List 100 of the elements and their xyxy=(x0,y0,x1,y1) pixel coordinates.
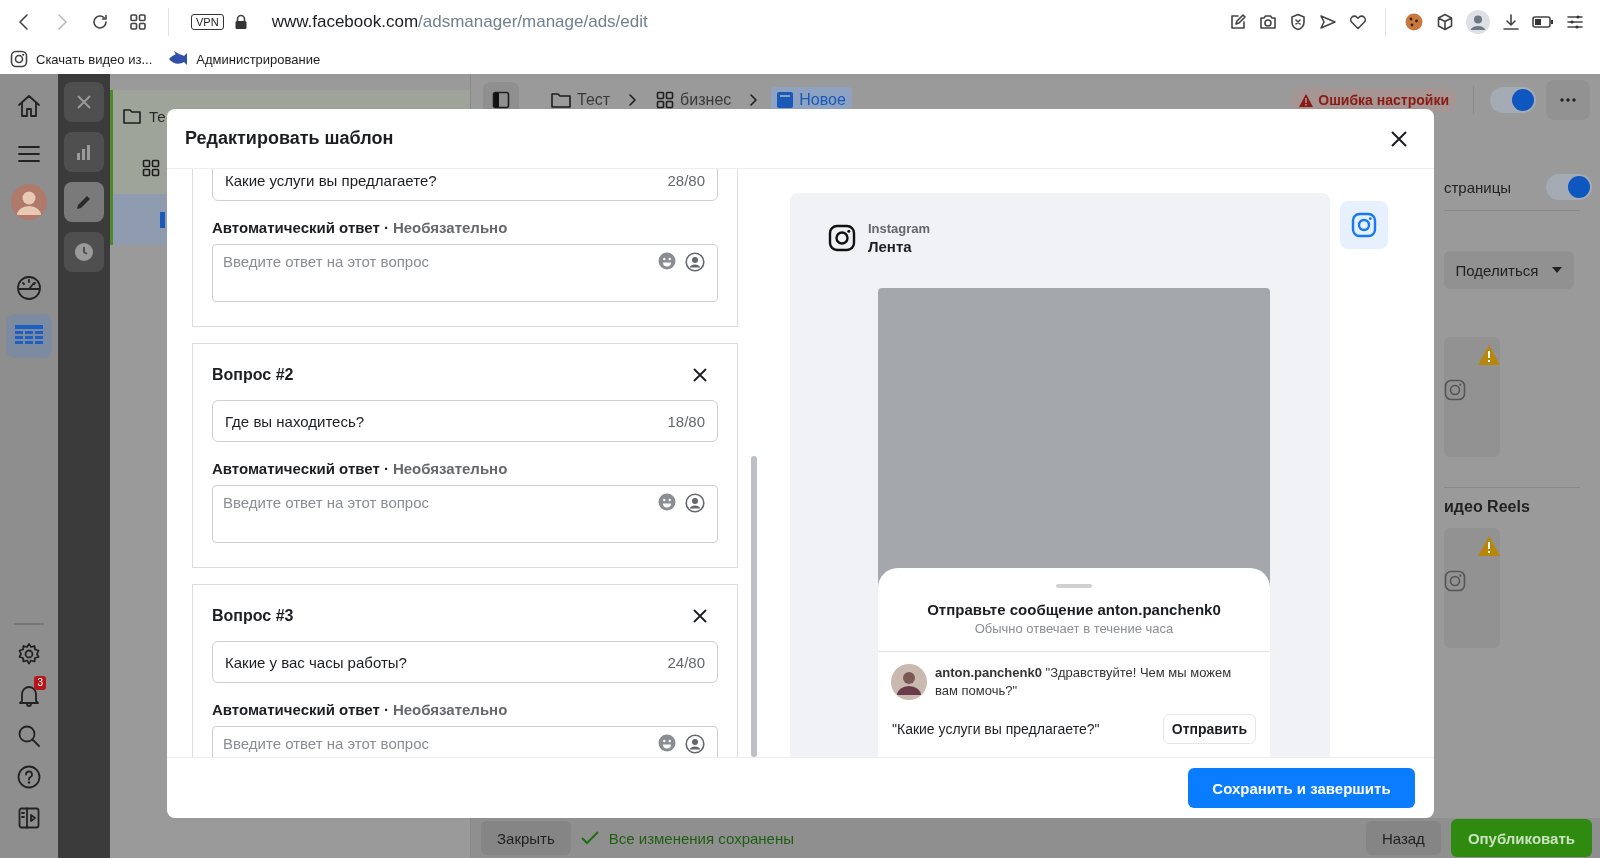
person-icon[interactable] xyxy=(685,252,705,272)
back-button[interactable]: Назад xyxy=(1365,821,1441,855)
lock-icon xyxy=(233,14,248,30)
question-text: Где вы находитесь? xyxy=(225,412,365,430)
greeting-message: anton.panchenk0 "Здравствуйте! Чем мы можем вам помочь?" xyxy=(935,664,1233,700)
close-button[interactable]: Закрыть xyxy=(481,821,571,855)
question-field[interactable]: Где вы находитесь? 18/80 xyxy=(212,400,718,442)
instagram-icon xyxy=(1351,212,1377,238)
cookie-icon[interactable] xyxy=(1404,12,1424,32)
tool-button[interactable] xyxy=(64,182,104,222)
character-counter: 18/80 xyxy=(667,412,705,430)
tool-button[interactable] xyxy=(64,82,104,122)
person-icon[interactable] xyxy=(685,493,705,513)
answer-placeholder: Введите ответ на этот вопрос xyxy=(223,734,431,754)
sheet-subtitle: Обычно отвечает в течение часа xyxy=(974,620,1174,638)
clock-icon xyxy=(74,242,94,262)
shield-icon[interactable] xyxy=(1289,13,1307,31)
tool-button[interactable] xyxy=(64,132,104,172)
tool-button[interactable] xyxy=(64,232,104,272)
section-label: страницы xyxy=(1444,178,1512,196)
warning-icon xyxy=(1478,536,1500,556)
instagram-icon xyxy=(1444,570,1466,592)
instagram-icon xyxy=(1444,379,1466,401)
section-label: идео Reels xyxy=(1444,498,1531,516)
person-icon[interactable] xyxy=(685,734,705,754)
answer-placeholder: Введите ответ на этот вопрос xyxy=(223,493,431,513)
question-text: Какие услуги вы предлагаете? xyxy=(225,171,437,189)
close-icon xyxy=(75,93,93,111)
answer-label: Автоматический ответ · xyxy=(212,459,389,477)
saved-status: Все изменения сохранены xyxy=(608,829,794,847)
sheet-title: Отправьте сообщение anton.panchenk0 xyxy=(927,600,1221,620)
breadcrumb[interactable]: Тест xyxy=(545,87,617,113)
tabs-icon xyxy=(129,13,147,31)
bookmark-link[interactable]: Скачать видео из... xyxy=(10,50,153,68)
breadcrumb-label: Тест xyxy=(577,91,611,109)
question-title: Вопрос #2 xyxy=(212,366,294,384)
ad-icon xyxy=(777,92,794,108)
nav-item[interactable]: 3 xyxy=(6,676,52,714)
sidebar-icon xyxy=(492,91,510,109)
caret-icon xyxy=(1552,267,1563,273)
cube-icon[interactable] xyxy=(1436,13,1454,31)
vpn-badge: VPN xyxy=(191,14,224,30)
close-icon xyxy=(693,368,707,382)
address-bar[interactable]: VPN www.facebook.com/adsmanager/manage/ads/edit xyxy=(185,8,654,36)
answer-label: Автоматический ответ · xyxy=(212,700,389,718)
error-badge[interactable]: Ошибка настройки xyxy=(1291,88,1457,112)
send-button[interactable]: Отправить xyxy=(1162,714,1256,744)
bookmark-label: Администрирование xyxy=(196,51,321,67)
answer-placeholder: Введите ответ на этот вопрос xyxy=(223,252,431,272)
grid-icon xyxy=(142,159,160,177)
optional-note: Необязательно xyxy=(392,459,508,477)
folder-icon xyxy=(551,92,571,108)
heart-icon[interactable] xyxy=(1349,13,1367,31)
answer-field[interactable]: Введите ответ на этот вопрос xyxy=(212,485,718,543)
error-text: Ошибка настройки xyxy=(1318,92,1449,108)
emoji-icon[interactable] xyxy=(658,252,676,270)
warning-icon xyxy=(1299,93,1314,107)
download-icon[interactable] xyxy=(1502,13,1520,31)
share-button[interactable]: Поделиться xyxy=(1444,251,1574,289)
toggle-switch[interactable] xyxy=(1490,87,1536,113)
breadcrumb[interactable]: бизнес xyxy=(650,87,738,113)
optional-note: Необязательно xyxy=(392,218,508,236)
answer-field[interactable]: Введите ответ на этот вопрос xyxy=(212,726,718,757)
breadcrumb-label: бизнес xyxy=(680,91,732,109)
camera-icon[interactable] xyxy=(1259,13,1277,31)
reload-icon xyxy=(90,12,110,32)
question-field[interactable]: Какие у вас часы работы? 24/80 xyxy=(212,641,718,683)
emoji-icon[interactable] xyxy=(658,493,676,511)
search-icon xyxy=(17,724,41,748)
character-counter: 24/80 xyxy=(667,653,705,671)
character-counter: 28/80 xyxy=(667,171,705,189)
save-button[interactable]: Сохранить и завершить xyxy=(1188,768,1415,808)
chevron-icon xyxy=(628,93,639,107)
battery-icon xyxy=(1532,15,1554,29)
settings-icon xyxy=(17,642,41,666)
avatar xyxy=(11,184,47,220)
instagram-button[interactable] xyxy=(1340,201,1388,249)
question-title: Вопрос #3 xyxy=(212,607,294,625)
campaign-label[interactable]: Те xyxy=(149,107,166,125)
question-field[interactable]: Какие услуги вы предлагаете? 28/80 xyxy=(212,169,718,201)
bookmark-link[interactable]: Администрирование xyxy=(168,50,321,68)
close-icon xyxy=(693,609,707,623)
publish-button[interactable]: Опубликовать xyxy=(1450,819,1592,857)
breadcrumb-label: Новое xyxy=(799,91,846,109)
sliders-icon[interactable] xyxy=(1566,13,1584,31)
grid-icon xyxy=(656,91,675,109)
toggle-switch[interactable] xyxy=(1546,174,1592,200)
emoji-icon[interactable] xyxy=(658,734,676,752)
answer-field[interactable]: Введите ответ на этот вопрос xyxy=(212,244,718,302)
warning-icon xyxy=(1478,345,1500,365)
instagram-icon xyxy=(10,50,28,68)
dialog-title: Редактировать шаблон xyxy=(185,128,394,149)
panel-icon xyxy=(17,806,41,830)
send-icon[interactable] xyxy=(1319,13,1337,31)
profile-icon[interactable] xyxy=(1466,10,1490,34)
close-icon xyxy=(1391,130,1407,147)
chevron-icon xyxy=(749,93,760,107)
platform-label: Instagram xyxy=(868,221,931,236)
home-icon xyxy=(16,93,42,119)
edit-icon[interactable] xyxy=(1229,13,1247,31)
